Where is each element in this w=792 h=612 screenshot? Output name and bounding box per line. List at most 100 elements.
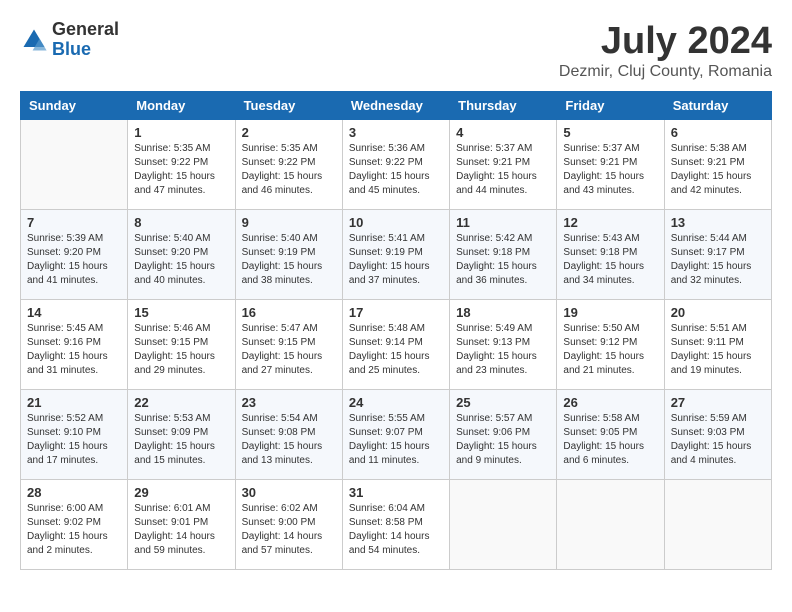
day-info: Sunrise: 5:43 AM Sunset: 9:18 PM Dayligh… xyxy=(563,232,657,288)
calendar-cell: 30 Sunrise: 6:02 AM Sunset: 9:00 PM Dayli… xyxy=(235,480,342,570)
day-info: Sunrise: 5:37 AM Sunset: 9:21 PM Dayligh… xyxy=(563,142,657,198)
header-thursday: Thursday xyxy=(450,92,557,120)
header-friday: Friday xyxy=(557,92,664,120)
header-tuesday: Tuesday xyxy=(235,92,342,120)
day-info: Sunrise: 5:58 AM Sunset: 9:05 PM Dayligh… xyxy=(563,412,657,468)
title-area: July 2024 Dezmir, Cluj County, Romania xyxy=(559,20,772,81)
calendar-cell: 25 Sunrise: 5:57 AM Sunset: 9:06 PM Dayli… xyxy=(450,390,557,480)
calendar-cell: 10 Sunrise: 5:41 AM Sunset: 9:19 PM Dayli… xyxy=(342,210,449,300)
calendar-cell: 12 Sunrise: 5:43 AM Sunset: 9:18 PM Dayli… xyxy=(557,210,664,300)
day-number: 2 xyxy=(242,125,336,140)
day-info: Sunrise: 5:40 AM Sunset: 9:20 PM Dayligh… xyxy=(134,232,228,288)
header-row: SundayMondayTuesdayWednesdayThursdayFrid… xyxy=(21,92,772,120)
header-sunday: Sunday xyxy=(21,92,128,120)
calendar-table: SundayMondayTuesdayWednesdayThursdayFrid… xyxy=(20,91,772,570)
day-number: 27 xyxy=(671,395,765,410)
day-info: Sunrise: 5:48 AM Sunset: 9:14 PM Dayligh… xyxy=(349,322,443,378)
day-info: Sunrise: 6:00 AM Sunset: 9:02 PM Dayligh… xyxy=(27,502,121,558)
day-number: 26 xyxy=(563,395,657,410)
logo-icon xyxy=(20,26,48,54)
day-number: 20 xyxy=(671,305,765,320)
week-row-1: 1 Sunrise: 5:35 AM Sunset: 9:22 PM Daylig… xyxy=(21,120,772,210)
day-number: 16 xyxy=(242,305,336,320)
header-monday: Monday xyxy=(128,92,235,120)
day-info: Sunrise: 5:35 AM Sunset: 9:22 PM Dayligh… xyxy=(134,142,228,198)
calendar-cell: 17 Sunrise: 5:48 AM Sunset: 9:14 PM Dayli… xyxy=(342,300,449,390)
day-number: 8 xyxy=(134,215,228,230)
header-wednesday: Wednesday xyxy=(342,92,449,120)
day-number: 5 xyxy=(563,125,657,140)
logo: General Blue xyxy=(20,20,119,60)
calendar-cell: 5 Sunrise: 5:37 AM Sunset: 9:21 PM Daylig… xyxy=(557,120,664,210)
calendar-cell: 29 Sunrise: 6:01 AM Sunset: 9:01 PM Dayli… xyxy=(128,480,235,570)
day-number: 17 xyxy=(349,305,443,320)
day-info: Sunrise: 5:36 AM Sunset: 9:22 PM Dayligh… xyxy=(349,142,443,198)
calendar-cell: 27Sunrise: 5:59 AM Sunset: 9:03 PM Dayli… xyxy=(664,390,771,480)
day-info: Sunrise: 5:37 AM Sunset: 9:21 PM Dayligh… xyxy=(456,142,550,198)
calendar-cell: 9 Sunrise: 5:40 AM Sunset: 9:19 PM Daylig… xyxy=(235,210,342,300)
day-info: Sunrise: 5:38 AM Sunset: 9:21 PM Dayligh… xyxy=(671,142,765,198)
day-info: Sunrise: 5:44 AM Sunset: 9:17 PM Dayligh… xyxy=(671,232,765,288)
page-header: General Blue July 2024 Dezmir, Cluj Coun… xyxy=(20,20,772,81)
day-number: 18 xyxy=(456,305,550,320)
calendar-cell: 23Sunrise: 5:54 AM Sunset: 9:08 PM Dayli… xyxy=(235,390,342,480)
calendar-cell: 2Sunrise: 5:35 AM Sunset: 9:22 PM Daylig… xyxy=(235,120,342,210)
week-row-2: 7Sunrise: 5:39 AM Sunset: 9:20 PM Daylig… xyxy=(21,210,772,300)
day-info: Sunrise: 5:50 AM Sunset: 9:12 PM Dayligh… xyxy=(563,322,657,378)
day-info: Sunrise: 5:41 AM Sunset: 9:19 PM Dayligh… xyxy=(349,232,443,288)
day-number: 19 xyxy=(563,305,657,320)
day-number: 7 xyxy=(27,215,121,230)
calendar-cell xyxy=(450,480,557,570)
calendar-cell: 24 Sunrise: 5:55 AM Sunset: 9:07 PM Dayli… xyxy=(342,390,449,480)
calendar-cell: 22 Sunrise: 5:53 AM Sunset: 9:09 PM Dayli… xyxy=(128,390,235,480)
calendar-cell xyxy=(21,120,128,210)
calendar-cell: 7Sunrise: 5:39 AM Sunset: 9:20 PM Daylig… xyxy=(21,210,128,300)
calendar-cell: 16 Sunrise: 5:47 AM Sunset: 9:15 PM Dayli… xyxy=(235,300,342,390)
day-number: 24 xyxy=(349,395,443,410)
day-info: Sunrise: 5:57 AM Sunset: 9:06 PM Dayligh… xyxy=(456,412,550,468)
week-row-4: 21Sunrise: 5:52 AM Sunset: 9:10 PM Dayli… xyxy=(21,390,772,480)
day-info: Sunrise: 5:46 AM Sunset: 9:15 PM Dayligh… xyxy=(134,322,228,378)
calendar-cell: 28Sunrise: 6:00 AM Sunset: 9:02 PM Dayli… xyxy=(21,480,128,570)
day-info: Sunrise: 5:47 AM Sunset: 9:15 PM Dayligh… xyxy=(242,322,336,378)
calendar-cell: 26 Sunrise: 5:58 AM Sunset: 9:05 PM Dayli… xyxy=(557,390,664,480)
day-info: Sunrise: 5:51 AM Sunset: 9:11 PM Dayligh… xyxy=(671,322,765,378)
day-info: Sunrise: 5:52 AM Sunset: 9:10 PM Dayligh… xyxy=(27,412,121,468)
calendar-cell: 31 Sunrise: 6:04 AM Sunset: 8:58 PM Dayli… xyxy=(342,480,449,570)
day-number: 1 xyxy=(134,125,228,140)
day-info: Sunrise: 5:54 AM Sunset: 9:08 PM Dayligh… xyxy=(242,412,336,468)
day-info: Sunrise: 6:01 AM Sunset: 9:01 PM Dayligh… xyxy=(134,502,228,558)
day-info: Sunrise: 5:49 AM Sunset: 9:13 PM Dayligh… xyxy=(456,322,550,378)
day-number: 13 xyxy=(671,215,765,230)
day-number: 9 xyxy=(242,215,336,230)
day-number: 30 xyxy=(242,485,336,500)
day-number: 31 xyxy=(349,485,443,500)
day-number: 22 xyxy=(134,395,228,410)
calendar-cell xyxy=(557,480,664,570)
calendar-cell: 3 Sunrise: 5:36 AM Sunset: 9:22 PM Daylig… xyxy=(342,120,449,210)
day-number: 6 xyxy=(671,125,765,140)
day-number: 10 xyxy=(349,215,443,230)
header-saturday: Saturday xyxy=(664,92,771,120)
day-info: Sunrise: 5:40 AM Sunset: 9:19 PM Dayligh… xyxy=(242,232,336,288)
calendar-cell: 21Sunrise: 5:52 AM Sunset: 9:10 PM Dayli… xyxy=(21,390,128,480)
calendar-cell: 19 Sunrise: 5:50 AM Sunset: 9:12 PM Dayli… xyxy=(557,300,664,390)
day-number: 3 xyxy=(349,125,443,140)
day-number: 15 xyxy=(134,305,228,320)
calendar-cell: 13 Sunrise: 5:44 AM Sunset: 9:17 PM Dayli… xyxy=(664,210,771,300)
calendar-cell: 4Sunrise: 5:37 AM Sunset: 9:21 PM Daylig… xyxy=(450,120,557,210)
day-info: Sunrise: 5:53 AM Sunset: 9:09 PM Dayligh… xyxy=(134,412,228,468)
day-info: Sunrise: 5:55 AM Sunset: 9:07 PM Dayligh… xyxy=(349,412,443,468)
day-info: Sunrise: 6:02 AM Sunset: 9:00 PM Dayligh… xyxy=(242,502,336,558)
calendar-cell: 14 Sunrise: 5:45 AM Sunset: 9:16 PM Dayli… xyxy=(21,300,128,390)
day-info: Sunrise: 6:04 AM Sunset: 8:58 PM Dayligh… xyxy=(349,502,443,558)
day-number: 29 xyxy=(134,485,228,500)
day-number: 14 xyxy=(27,305,121,320)
day-info: Sunrise: 5:45 AM Sunset: 9:16 PM Dayligh… xyxy=(27,322,121,378)
calendar-cell: 18 Sunrise: 5:49 AM Sunset: 9:13 PM Dayli… xyxy=(450,300,557,390)
day-number: 25 xyxy=(456,395,550,410)
day-info: Sunrise: 5:42 AM Sunset: 9:18 PM Dayligh… xyxy=(456,232,550,288)
day-number: 12 xyxy=(563,215,657,230)
calendar-cell: 1 Sunrise: 5:35 AM Sunset: 9:22 PM Daylig… xyxy=(128,120,235,210)
location-title: Dezmir, Cluj County, Romania xyxy=(559,63,772,81)
